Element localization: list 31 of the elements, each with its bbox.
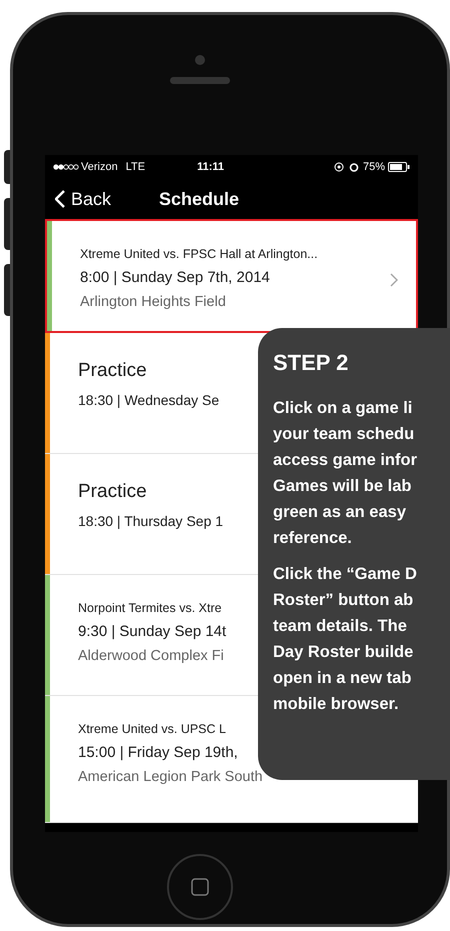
event-time: 9:30 | Sunday Sep 14t <box>78 622 228 642</box>
signal-icon <box>53 164 79 170</box>
event-title: Xtreme United vs. UPSC L <box>78 721 227 738</box>
carrier-label: Verizon <box>81 160 118 175</box>
callout-title: STEP 2 <box>273 349 350 377</box>
back-chevron-icon <box>55 190 65 208</box>
network-label: LTE <box>126 160 146 175</box>
event-time: 8:00 | Sunday Sep 7th, 2014 <box>80 268 271 288</box>
event-time: 18:30 | Wednesday Se <box>78 390 220 410</box>
screen-title: Schedule <box>159 188 240 210</box>
event-title: Norpoint Termites vs. Xtre <box>78 600 223 617</box>
event-time: 18:30 | Thursday Sep 1 <box>78 512 224 531</box>
clock-label: 11:11 <box>197 160 224 175</box>
battery-icon <box>388 162 410 172</box>
alarm-icon <box>348 162 359 172</box>
event-title: Xtreme United vs. FPSC Hall at Arlington... <box>80 246 318 263</box>
back-button[interactable]: Back <box>45 186 112 212</box>
event-location: Arlington Heights Field <box>80 293 227 312</box>
event-time: 15:00 | Friday Sep 19th, <box>78 742 239 763</box>
event-title: Practice <box>78 480 148 504</box>
event-title: Practice <box>78 359 148 383</box>
event-row[interactable]: Xtreme United vs. FPSC Hall at Arlington... 8:00 | Sunday Sep 7th, 2014 Arlington Heights Field <box>45 219 418 333</box>
location-icon <box>334 162 344 172</box>
home-square-icon <box>191 878 209 896</box>
chevron-icon <box>390 273 398 287</box>
speaker-icon <box>170 77 230 84</box>
event-location: American Legion Park South <box>78 768 260 788</box>
camera-icon <box>195 55 205 65</box>
home-button[interactable] <box>167 854 233 920</box>
battery-percent: 75% <box>362 160 385 175</box>
event-location: Alderwood Complex Fi <box>78 647 225 666</box>
